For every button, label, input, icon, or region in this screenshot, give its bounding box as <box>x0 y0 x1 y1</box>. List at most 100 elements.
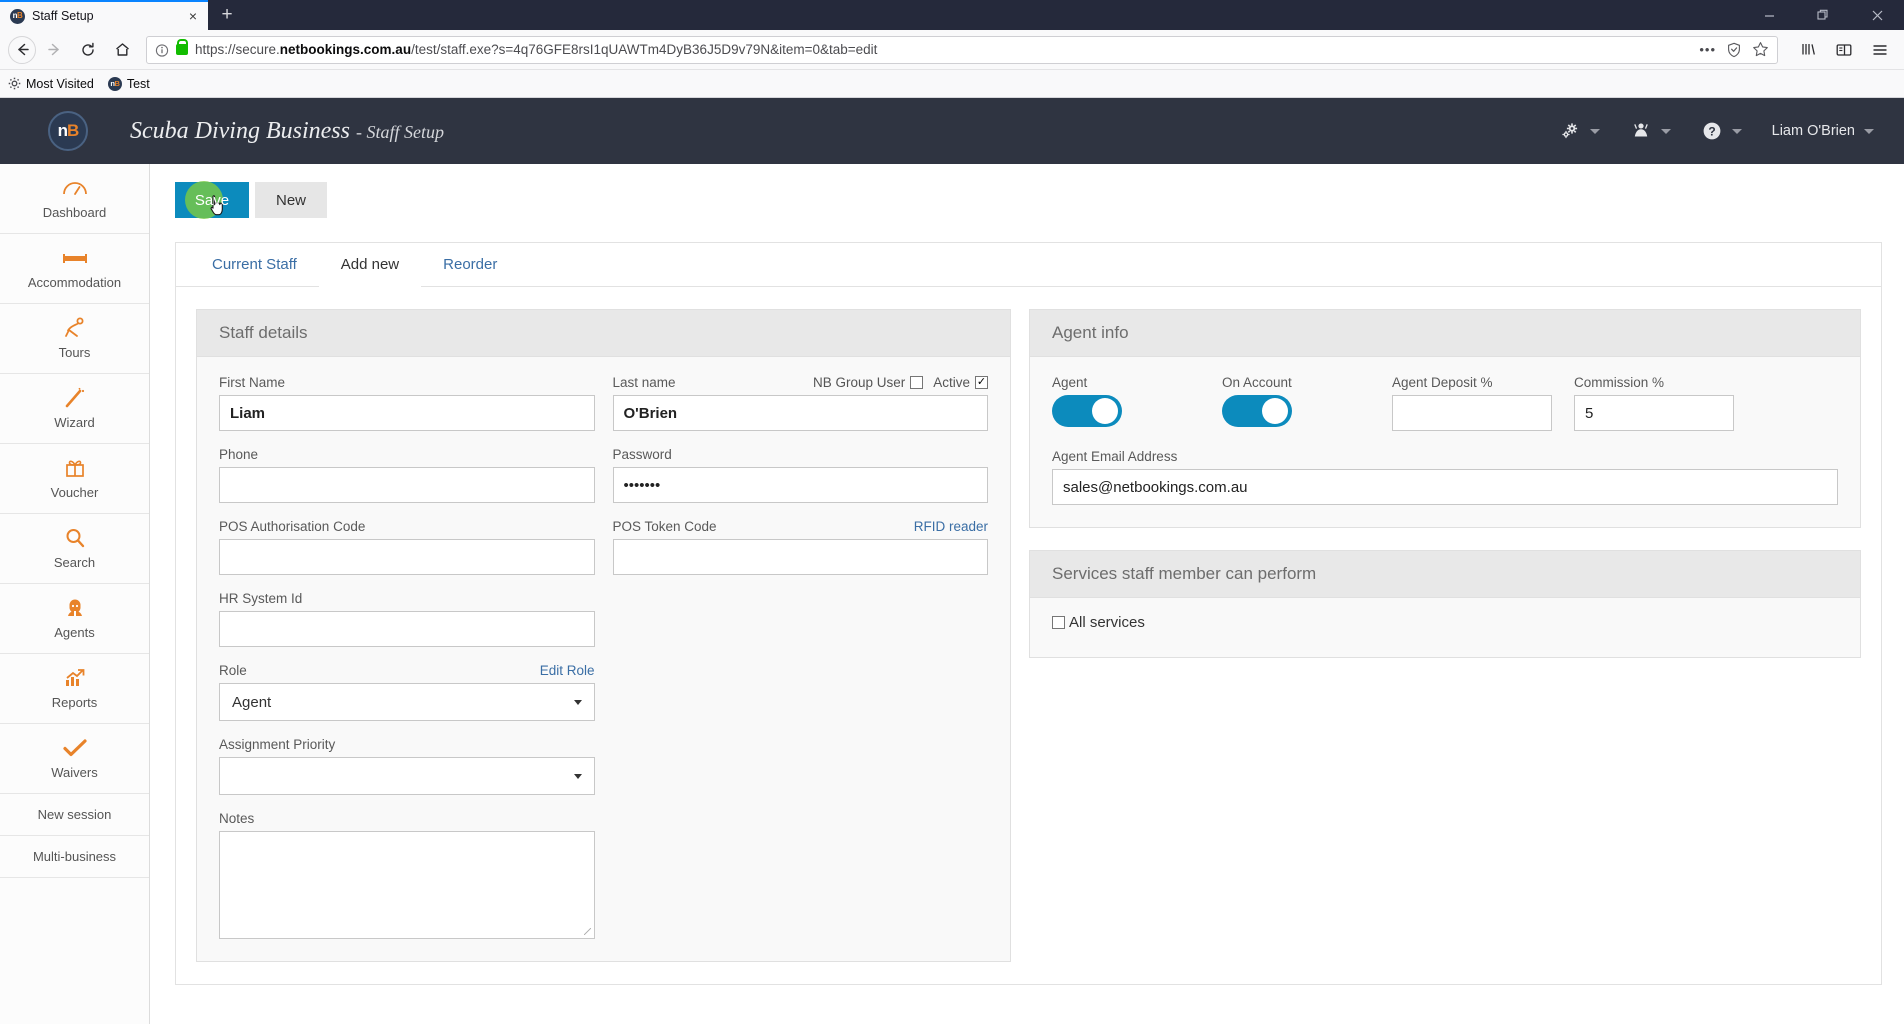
phone-group: Phone <box>219 447 595 503</box>
forward-icon[interactable] <box>38 35 70 65</box>
reload-icon[interactable] <box>72 35 104 65</box>
app-body: Dashboard Accommodation Tours Wizard Vou… <box>0 164 1904 1024</box>
notes-textarea[interactable] <box>219 831 595 939</box>
agent-toggle[interactable] <box>1052 395 1122 427</box>
assignment-priority-label: Assignment Priority <box>219 737 336 752</box>
agent-email-input[interactable] <box>1052 469 1838 505</box>
bookmark-test[interactable]: nB Test <box>107 76 150 91</box>
chevron-down-icon <box>573 773 582 779</box>
tab-add-new[interactable]: Add new <box>318 243 422 287</box>
sidebar-item-wizard[interactable]: Wizard <box>0 374 149 444</box>
hamburger-menu-icon[interactable] <box>1864 35 1896 65</box>
agent-toggle-group: Agent <box>1052 375 1200 427</box>
checkbox-box[interactable] <box>1052 616 1065 629</box>
url-text[interactable]: https://secure.netbookings.com.au/test/s… <box>195 42 1692 57</box>
page-name: - Staff Setup <box>355 121 444 142</box>
minimize-icon[interactable] <box>1742 0 1796 30</box>
sidebar-item-accommodation[interactable]: Accommodation <box>0 234 149 304</box>
sidebar-item-multi-business[interactable]: Multi-business <box>0 836 149 878</box>
tab-reorder[interactable]: Reorder <box>421 243 519 286</box>
page-actions-ellipsis-icon[interactable]: ••• <box>1699 42 1716 57</box>
application-window: nB Scuba Diving Business - Staff Setup ?… <box>0 98 1904 1024</box>
sidebar-item-label: Accommodation <box>27 275 122 290</box>
home-icon[interactable] <box>106 35 138 65</box>
sidebar-link-label: Multi-business <box>32 849 117 864</box>
phone-input[interactable] <box>219 467 595 503</box>
sidebar-item-reports[interactable]: Reports <box>0 654 149 724</box>
active-checkbox[interactable]: Active ✓ <box>933 375 988 390</box>
new-button[interactable]: New <box>255 182 327 218</box>
library-icon[interactable] <box>1792 35 1824 65</box>
commission-input[interactable] <box>1574 395 1734 431</box>
on-account-toggle[interactable] <box>1222 395 1292 427</box>
toggle-knob <box>1092 398 1118 424</box>
help-menu[interactable]: ? <box>1701 120 1742 142</box>
nb-group-user-checkbox[interactable]: NB Group User <box>812 375 924 390</box>
sidebar-icon[interactable] <box>1828 35 1860 65</box>
sidebar-item-search[interactable]: Search <box>0 514 149 584</box>
sidebar-item-label: Voucher <box>50 485 99 500</box>
close-window-icon[interactable] <box>1850 0 1904 30</box>
user-menu[interactable]: Liam O'Brien <box>1772 123 1874 139</box>
last-name-input[interactable] <box>612 395 988 431</box>
assignment-priority-group: Assignment Priority <box>219 737 595 795</box>
commission-group: Commission % <box>1574 375 1734 431</box>
new-tab-button[interactable]: + <box>208 0 246 30</box>
bookmark-most-visited[interactable]: Most Visited <box>8 77 94 91</box>
pos-token-code-input[interactable] <box>612 539 988 575</box>
rfid-reader-link[interactable]: RFID reader <box>914 519 988 534</box>
first-name-label: First Name <box>219 375 286 390</box>
assignment-priority-select[interactable] <box>219 757 595 795</box>
gift-icon <box>64 457 86 479</box>
checkbox-box[interactable]: ✓ <box>975 376 988 389</box>
pos-auth-code-input[interactable] <box>219 539 595 575</box>
back-icon[interactable] <box>8 35 36 64</box>
page-info-icon[interactable] <box>155 43 169 57</box>
sidebar: Dashboard Accommodation Tours Wizard Vou… <box>0 164 150 1024</box>
password-input[interactable] <box>612 467 988 503</box>
checkbox-box[interactable] <box>910 376 924 389</box>
sidebar-item-waivers[interactable]: Waivers <box>0 724 149 794</box>
url-bar[interactable]: https://secure.netbookings.com.au/test/s… <box>146 35 1778 64</box>
role-select[interactable]: Agent <box>219 683 595 721</box>
magic-wand-icon <box>63 387 87 409</box>
chevron-down-icon <box>1589 128 1600 134</box>
sidebar-item-voucher[interactable]: Voucher <box>0 444 149 514</box>
maximize-restore-icon[interactable] <box>1796 0 1850 30</box>
sidebar-item-agents[interactable]: Agents <box>0 584 149 654</box>
hr-system-id-input[interactable] <box>219 611 595 647</box>
agent-deposit-label: Agent Deposit % <box>1392 375 1493 390</box>
nb-logo-icon[interactable]: nB <box>48 111 88 151</box>
edit-role-link[interactable]: Edit Role <box>540 663 595 678</box>
agent-deposit-input[interactable] <box>1392 395 1552 431</box>
staff-menu[interactable] <box>1630 120 1671 142</box>
nb-group-user-label: NB Group User <box>812 375 906 390</box>
hr-row-spacer <box>613 591 989 647</box>
tours-icon <box>63 317 87 339</box>
settings-menu[interactable] <box>1559 120 1600 142</box>
business-name: Scuba Diving Business <box>130 117 350 144</box>
staff-details-column: Staff details First Name Liam Last name … <box>196 309 1011 984</box>
tab-title: Staff Setup <box>32 9 94 23</box>
tab-current-staff[interactable]: Current Staff <box>190 243 319 286</box>
pocket-shield-icon[interactable] <box>1726 42 1742 58</box>
first-name-input[interactable] <box>219 395 595 431</box>
sidebar-item-tours[interactable]: Tours <box>0 304 149 374</box>
last-name-label-row: Last name NB Group User Active ✓ <box>613 375 988 390</box>
browser-tab-staff-setup[interactable]: nB Staff Setup × <box>0 0 208 30</box>
bookmark-star-icon[interactable] <box>1752 41 1769 58</box>
sidebar-item-new-session[interactable]: New session <box>0 794 149 836</box>
chevron-down-icon <box>1660 128 1671 134</box>
pos-token-code-label: POS Token Code <box>612 519 717 534</box>
close-icon[interactable]: × <box>184 7 202 25</box>
services-panel: Services staff member can perform All se… <box>1029 550 1861 658</box>
hr-system-id-label: HR System Id <box>219 591 303 606</box>
sidebar-item-dashboard[interactable]: Dashboard <box>0 164 149 234</box>
pos-token-label-row: POS Token Code RFID reader <box>613 519 989 534</box>
save-button[interactable]: Save <box>175 181 249 219</box>
on-account-toggle-group: On Account <box>1222 375 1370 427</box>
save-button-label: Save <box>194 191 230 209</box>
agent-info-panel: Agent info Agent On Account Agent Deposi… <box>1029 309 1861 528</box>
bed-icon <box>62 247 88 269</box>
all-services-checkbox[interactable]: All services <box>1052 614 1838 631</box>
